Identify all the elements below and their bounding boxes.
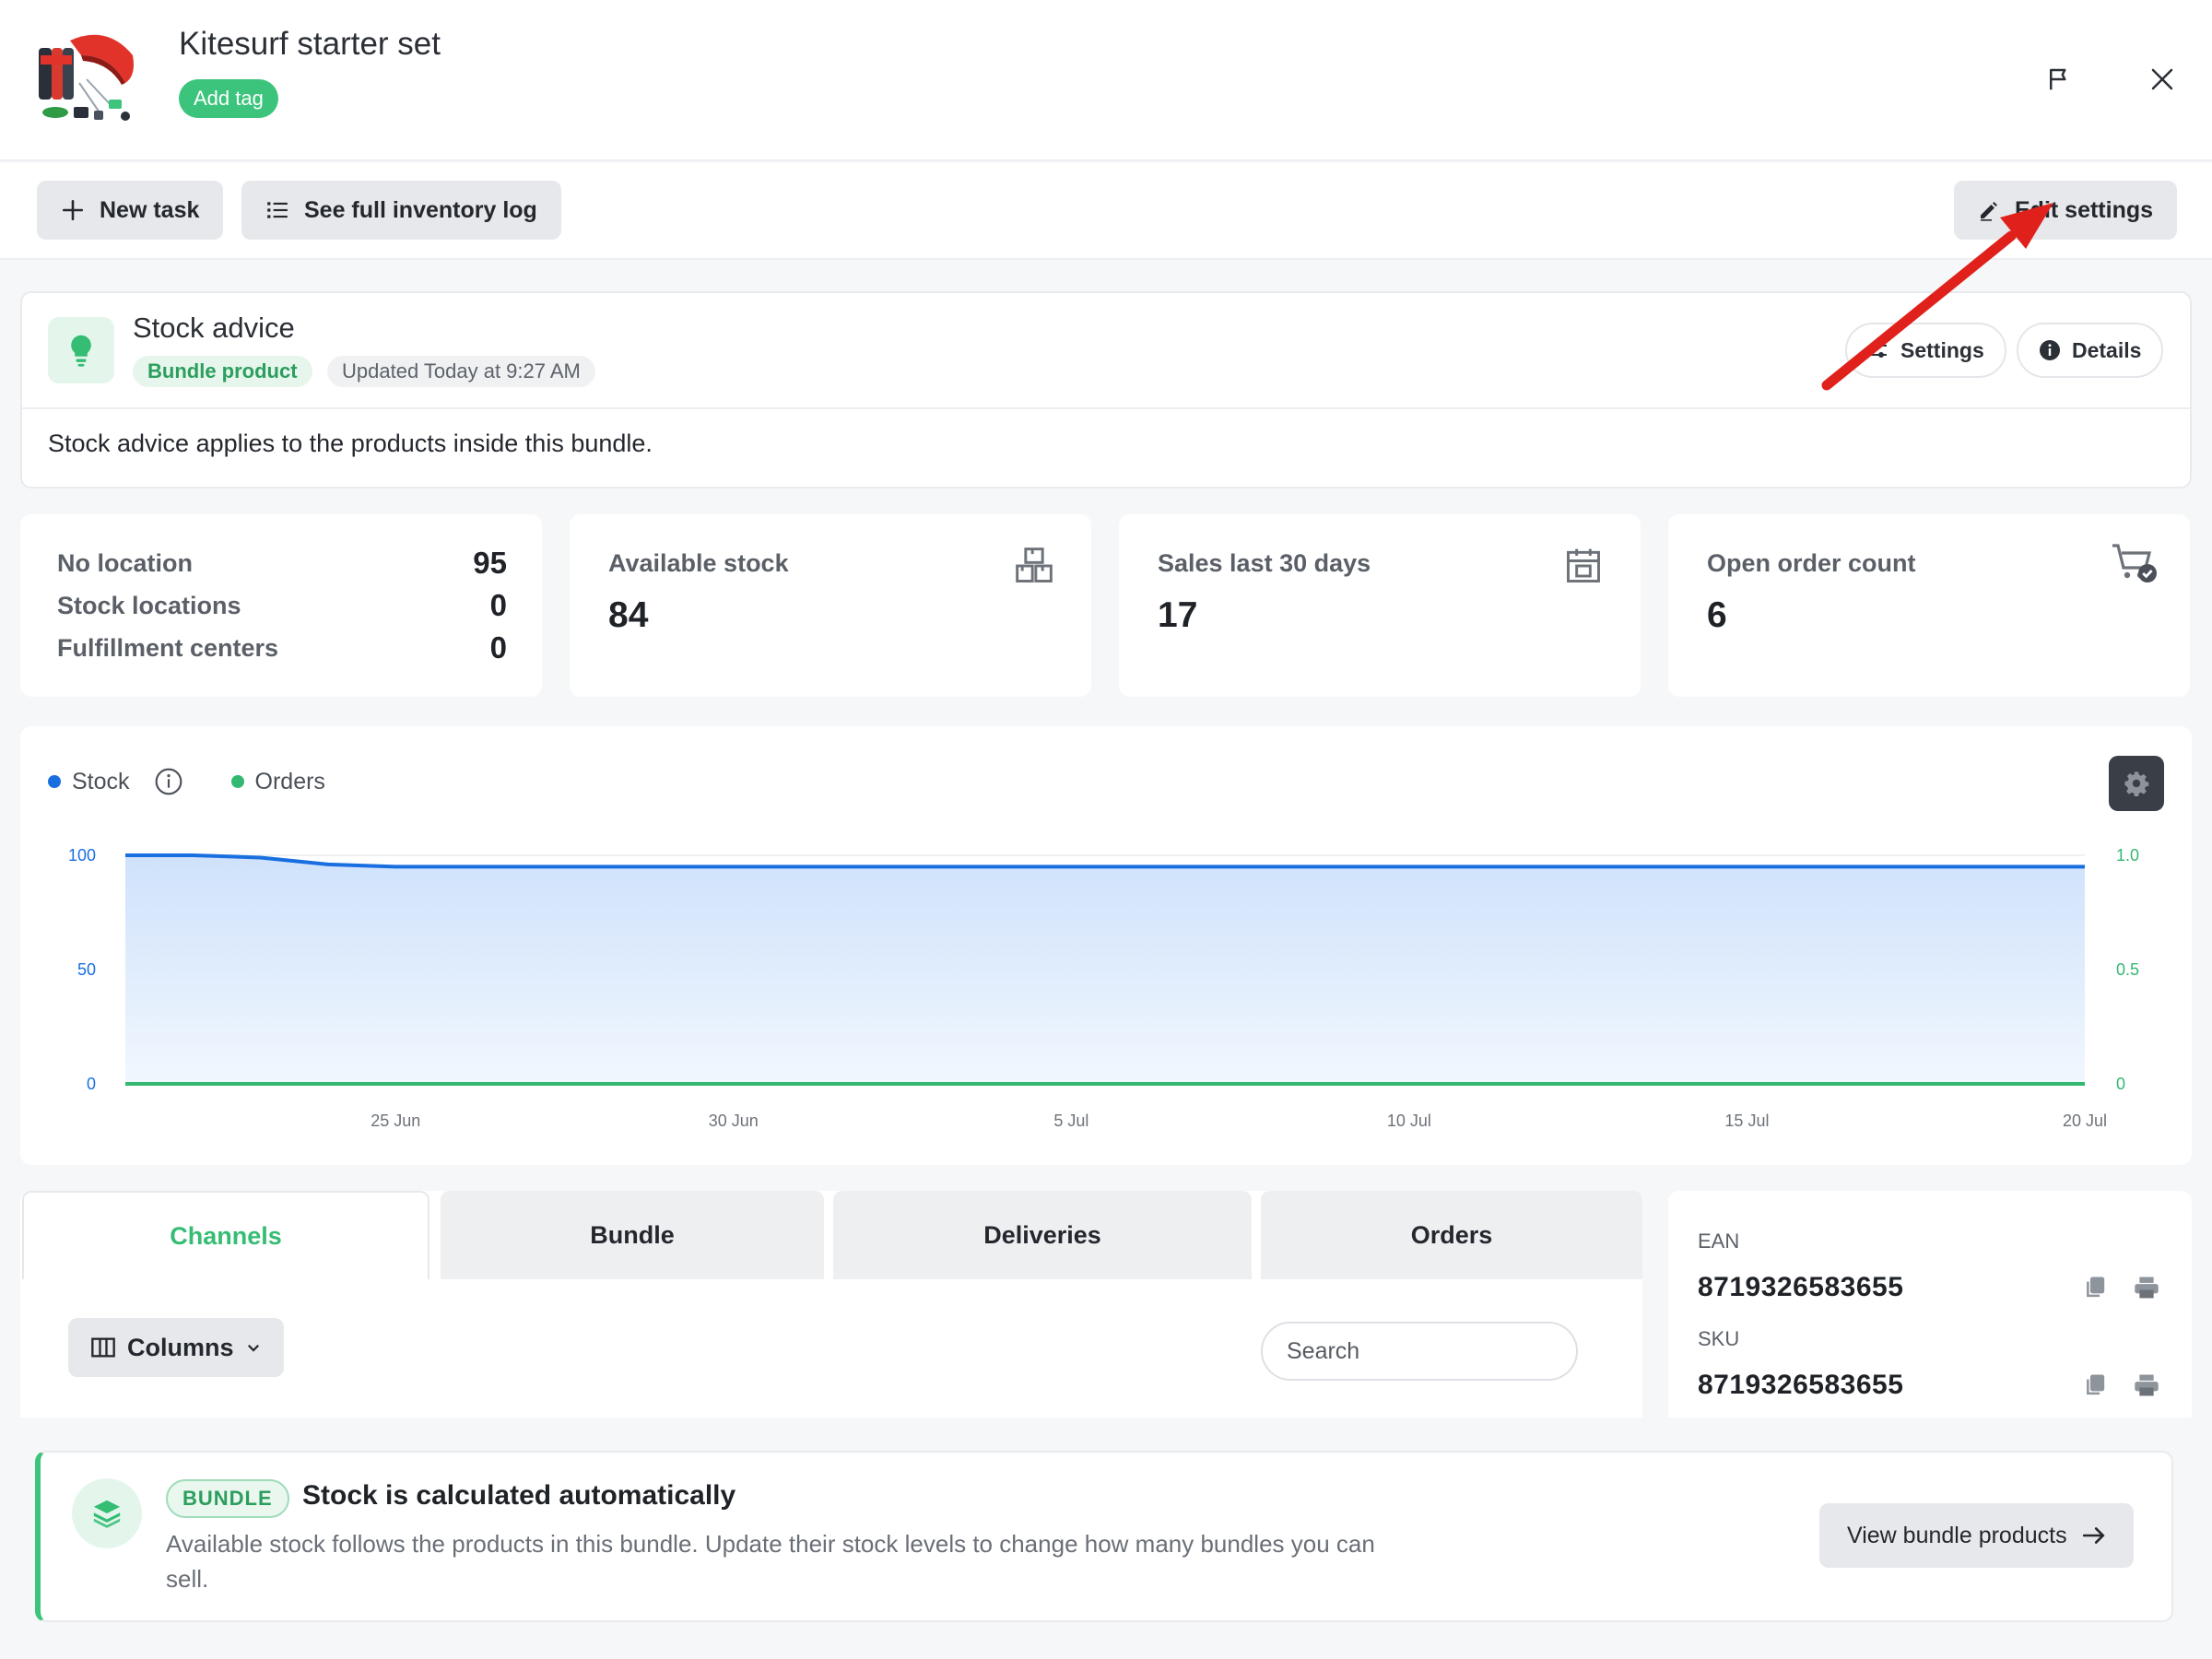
x-axis-tick-label: 5 Jul — [1053, 1112, 1088, 1130]
y-axis-left-tick-label: 50 — [77, 960, 96, 979]
stock-area — [125, 855, 2085, 1084]
tab-bundle[interactable]: Bundle — [441, 1191, 824, 1279]
banner-title: Stock is calculated automatically — [302, 1480, 736, 1511]
y-axis-right-tick-label: 1.0 — [2116, 846, 2139, 865]
stock-series-line — [125, 853, 2085, 869]
columns-button[interactable]: Columns — [68, 1318, 284, 1377]
copy-icon[interactable] — [2079, 1272, 2111, 1303]
x-axis-tick-label: 25 Jun — [371, 1112, 420, 1130]
columns-icon — [91, 1337, 115, 1358]
tab-channels[interactable]: Channels — [22, 1191, 429, 1279]
arrow-right-icon — [2082, 1527, 2105, 1544]
x-axis-tick-label: 20 Jul — [2063, 1112, 2107, 1130]
print-icon[interactable] — [2131, 1272, 2162, 1303]
x-axis-tick-label: 10 Jul — [1387, 1112, 1431, 1130]
columns-label: Columns — [127, 1333, 234, 1361]
view-bundle-products-button[interactable]: View bundle products — [1819, 1503, 2134, 1568]
tab-orders[interactable]: Orders — [1261, 1191, 1642, 1279]
x-axis-tick-label: 15 Jul — [1724, 1112, 1769, 1130]
x-axis-tick-label: 30 Jun — [709, 1112, 759, 1130]
bundle-badge: BUNDLE — [166, 1479, 289, 1518]
tab-deliveries[interactable]: Deliveries — [833, 1191, 1252, 1279]
y-axis-right-tick-label: 0 — [2116, 1075, 2125, 1093]
y-axis-right-tick-label: 0.5 — [2116, 960, 2139, 979]
print-icon[interactable] — [2131, 1370, 2162, 1401]
ean-value: 8719326583655 — [1698, 1272, 1904, 1302]
search-input[interactable] — [1261, 1322, 1578, 1381]
y-axis-left-tick-label: 100 — [68, 846, 96, 865]
layers-icon — [72, 1478, 142, 1548]
sku-label: SKU — [1698, 1327, 1740, 1350]
view-bundle-products-label: View bundle products — [1847, 1522, 2067, 1548]
y-axis-left-tick-label: 0 — [87, 1075, 96, 1093]
banner-description: Available stock follows the products in … — [166, 1530, 1375, 1593]
ean-label: EAN — [1698, 1230, 1740, 1253]
chevron-down-icon — [247, 1344, 259, 1352]
sku-value: 8719326583655 — [1698, 1370, 1904, 1400]
copy-icon[interactable] — [2079, 1370, 2111, 1401]
